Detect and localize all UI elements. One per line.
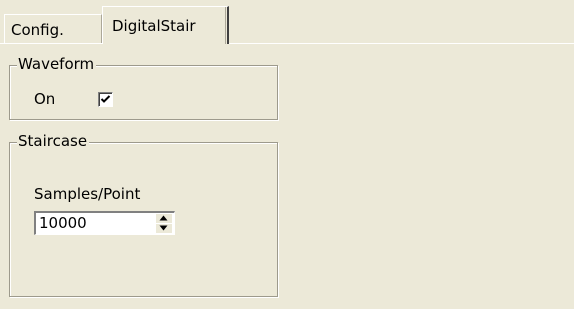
staircase-legend: Staircase — [17, 132, 90, 150]
waveform-legend: Waveform — [17, 55, 97, 73]
spin-down-arrow-icon — [159, 225, 168, 231]
spin-up-button[interactable] — [156, 214, 172, 223]
samples-per-point-label: Samples/Point — [34, 185, 141, 203]
on-label: On — [34, 90, 56, 108]
tab-config[interactable]: Config. — [4, 14, 102, 44]
checkmark-icon — [100, 95, 111, 103]
tab-divider — [0, 43, 574, 44]
on-checkbox[interactable] — [98, 92, 113, 107]
tab-strip: Config. DigitalStair — [0, 0, 574, 44]
samples-per-point-value[interactable]: 10000 — [39, 214, 87, 232]
samples-per-point-spinner[interactable]: 10000 — [34, 211, 175, 235]
spin-down-button[interactable] — [156, 224, 172, 233]
spin-up-arrow-icon — [159, 215, 168, 221]
waveform-groupbox: Waveform On — [9, 55, 278, 120]
tab-digitalstair-label: DigitalStair — [112, 17, 196, 35]
tab-digitalstair[interactable]: DigitalStair — [102, 6, 229, 44]
spin-buttons — [156, 214, 172, 233]
tab-config-label: Config. — [11, 21, 64, 39]
staircase-groupbox: Staircase Samples/Point 10000 — [9, 132, 278, 297]
